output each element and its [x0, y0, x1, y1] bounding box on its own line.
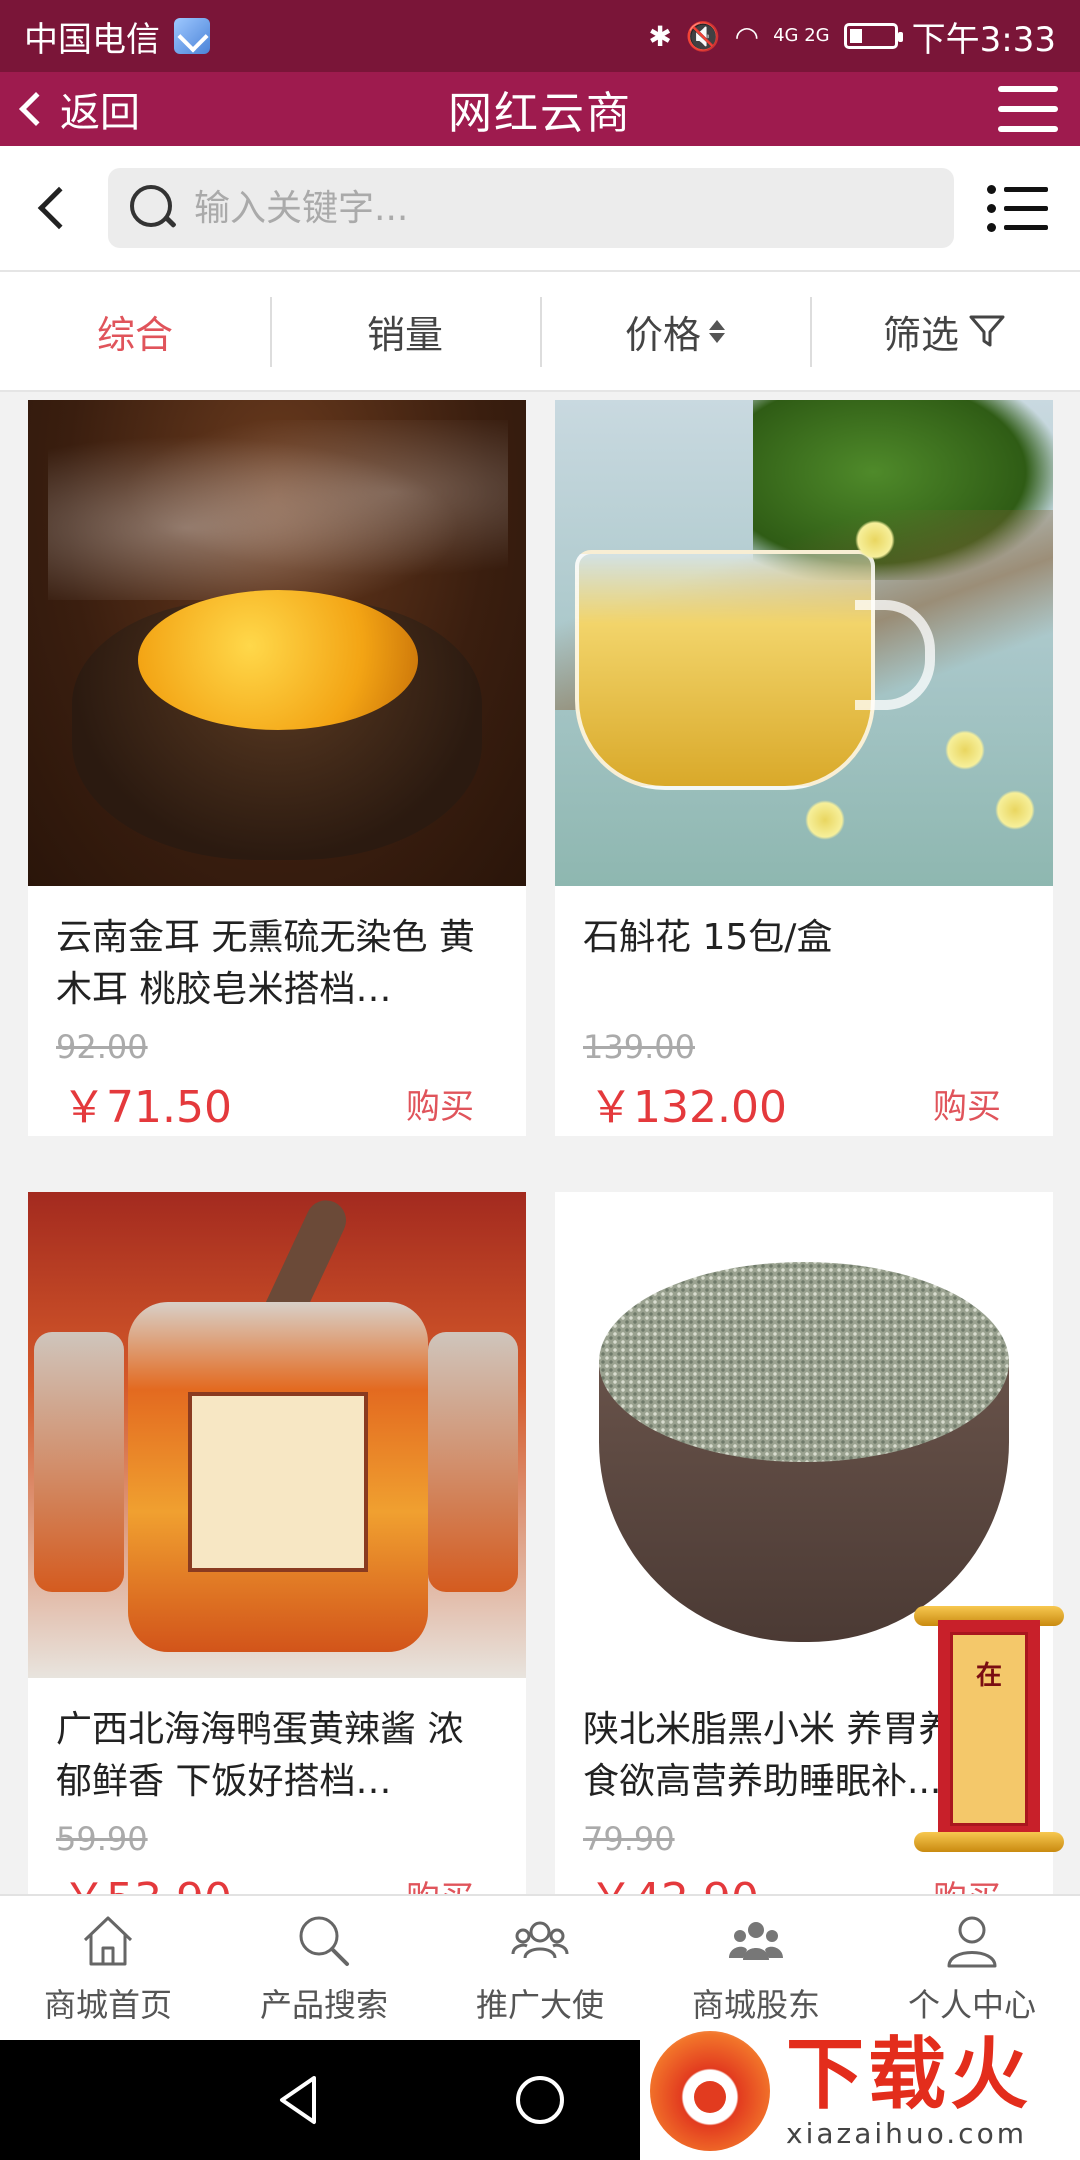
- tab-label: 综合: [96, 312, 173, 357]
- floating-scroll-badge[interactable]: 在: [914, 1606, 1064, 1852]
- page-title: 网红云商: [448, 88, 632, 139]
- battery-icon: [843, 23, 903, 49]
- nav-label: 个人中心: [907, 1986, 1036, 2024]
- circle-home-icon: [516, 2076, 564, 2124]
- people-icon: [509, 1910, 571, 1972]
- home-icon: [77, 1910, 139, 1972]
- nav-item-profile[interactable]: 个人中心: [864, 1896, 1080, 2040]
- search-input[interactable]: [194, 187, 894, 229]
- carrier-label: 中国电信: [24, 19, 160, 60]
- back-label: 返回: [60, 90, 140, 136]
- sort-tabs: 综合 销量 价格 筛选: [0, 272, 1080, 392]
- watermark-domain: xiazaihuo.com: [786, 2116, 1027, 2150]
- product-card[interactable]: 广西北海海鸭蛋黄辣酱 浓郁鲜香 下饭好搭档 80g*3... 59.90 ￥53…: [28, 1192, 526, 1894]
- watermark: 下载火 xiazaihuo.com: [640, 2022, 1080, 2160]
- menu-line: [998, 106, 1058, 112]
- nav-label: 商城股东: [691, 1986, 820, 2024]
- list-view-toggle-button[interactable]: [954, 145, 1080, 271]
- original-price: 92.00: [56, 1028, 148, 1066]
- tab-label: 销量: [366, 312, 443, 357]
- nav-item-promoter[interactable]: 推广大使: [432, 1896, 648, 2040]
- menu-line: [998, 86, 1058, 92]
- current-price: ￥132.00: [589, 1082, 787, 1133]
- buy-button[interactable]: 购买: [406, 1079, 474, 1128]
- tab-overall[interactable]: 综合: [0, 271, 270, 391]
- search-icon: [128, 183, 178, 233]
- buy-button[interactable]: 购买: [933, 1079, 1001, 1128]
- triangle-back-icon: [280, 2076, 316, 2124]
- search-icon: [293, 1910, 355, 1972]
- list-icon: [986, 203, 1048, 213]
- search-box[interactable]: [108, 168, 954, 248]
- tab-sales[interactable]: 销量: [270, 271, 540, 391]
- search-row: [0, 146, 1080, 272]
- tab-label: 筛选: [882, 312, 959, 357]
- scroll-paper: 在: [938, 1620, 1040, 1838]
- current-price: ￥53.90: [62, 1863, 232, 1894]
- nav-label: 推广大使: [475, 1986, 604, 2024]
- scroll-text: 在: [950, 1632, 1028, 1826]
- sort-arrows-icon: [709, 319, 725, 343]
- current-price: ￥71.50: [62, 1082, 232, 1133]
- system-back-button[interactable]: [240, 2040, 360, 2160]
- mute-icon: 🔇: [685, 19, 721, 53]
- chevron-left-icon: [19, 92, 53, 126]
- current-price: ￥42.90: [589, 1863, 759, 1894]
- flame-logo-icon: [650, 2031, 770, 2151]
- system-home-button[interactable]: [480, 2040, 600, 2160]
- group-icon: [725, 1910, 787, 1972]
- search-back-button[interactable]: [0, 145, 108, 271]
- wifi-icon: ◠: [734, 19, 760, 53]
- nav-item-home[interactable]: 商城首页: [0, 1896, 216, 2040]
- product-card[interactable]: 石斛花 15包/盒 139.00 ￥132.00 购买: [555, 400, 1053, 1136]
- watermark-brand: 下载火: [786, 2029, 1033, 2120]
- scroll-rod: [914, 1832, 1064, 1852]
- filter-icon: [967, 311, 1007, 351]
- product-image[interactable]: [28, 400, 526, 886]
- buy-button[interactable]: 购买: [933, 1871, 1001, 1895]
- product-name: 石斛花 15包/盒: [583, 917, 833, 958]
- hamburger-menu-button[interactable]: [998, 86, 1058, 132]
- product-image[interactable]: [28, 1192, 526, 1678]
- product-name: 云南金耳 无熏硫无染色 黄木耳 桃胶皂米搭档 100g/...: [56, 917, 475, 1024]
- product-card[interactable]: 云南金耳 无熏硫无染色 黄木耳 桃胶皂米搭档 100g/... 92.00 ￥7…: [28, 400, 526, 1136]
- network-indicator: 4G 2G: [773, 25, 830, 46]
- bluetooth-icon: ✱: [648, 19, 672, 53]
- user-icon: [941, 1910, 1003, 1972]
- nav-label: 商城首页: [43, 1986, 172, 2024]
- buy-button[interactable]: 购买: [406, 1871, 474, 1895]
- product-image[interactable]: [555, 400, 1053, 886]
- nav-label: 产品搜索: [259, 1986, 388, 2024]
- status-bar: 中国电信 ✱ 🔇 ◠ 4G 2G 下午3:33: [0, 0, 1080, 72]
- chevron-left-icon: [37, 186, 81, 230]
- tab-label: 价格: [624, 312, 701, 357]
- original-price: 59.90: [56, 1820, 148, 1858]
- back-button[interactable]: 返回: [12, 72, 140, 146]
- nav-item-shareholder[interactable]: 商城股东: [648, 1896, 864, 2040]
- app-title-bar: 返回 网红云商: [0, 72, 1080, 146]
- bottom-nav: 商城首页 产品搜索 推广大使 商城股东 个人中心: [0, 1894, 1080, 2040]
- tab-price[interactable]: 价格: [540, 271, 810, 391]
- clock: 下午3:33: [911, 19, 1056, 60]
- product-name: 广西北海海鸭蛋黄辣酱 浓郁鲜香 下饭好搭档 80g*3...: [56, 1709, 464, 1816]
- tab-filter[interactable]: 筛选: [810, 271, 1080, 391]
- original-price: 139.00: [583, 1028, 695, 1066]
- nav-item-search[interactable]: 产品搜索: [216, 1896, 432, 2040]
- list-icon: [986, 184, 1048, 194]
- list-icon: [986, 222, 1048, 232]
- telegram-icon: [174, 18, 210, 54]
- menu-line: [998, 126, 1058, 132]
